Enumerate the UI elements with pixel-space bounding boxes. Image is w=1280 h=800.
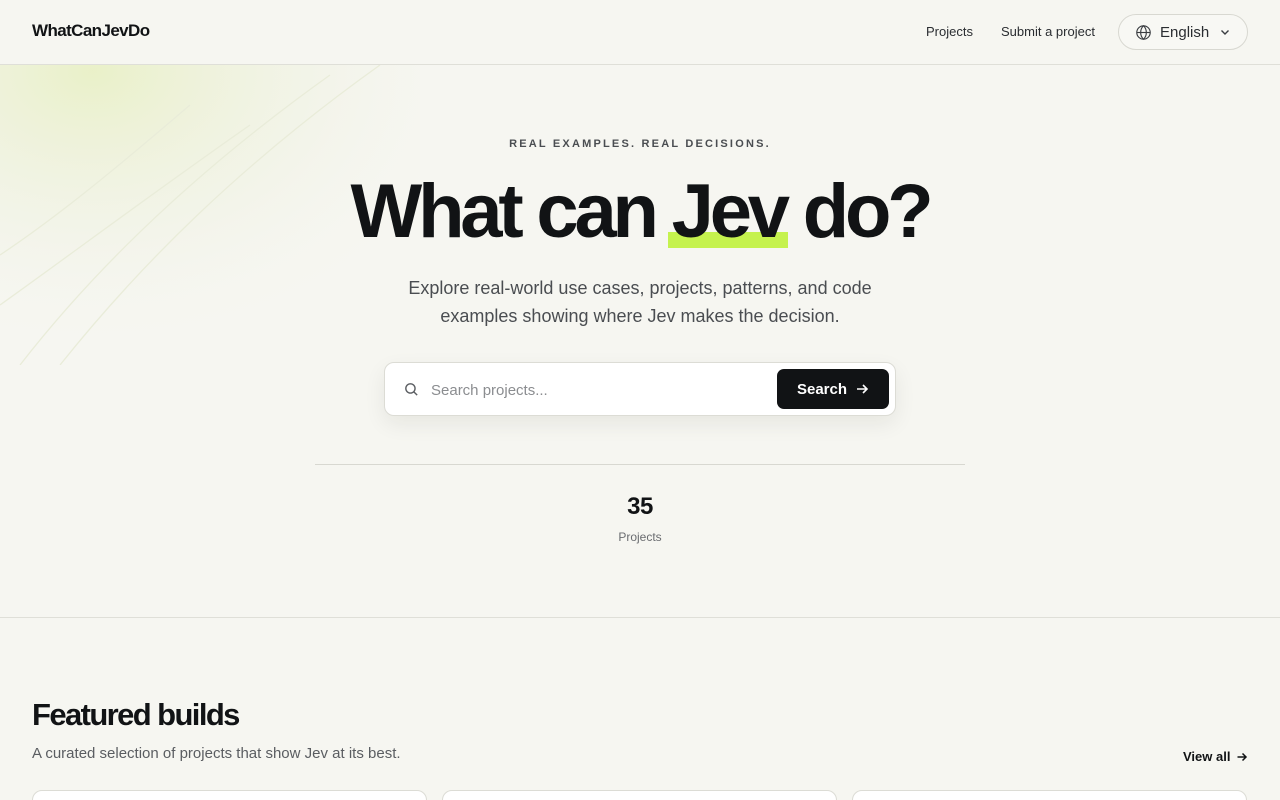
hero-eyebrow: REAL EXAMPLES. REAL DECISIONS. bbox=[509, 138, 771, 150]
hero-headline: What can Jev do? bbox=[0, 168, 1280, 256]
view-all-label: View all bbox=[1183, 749, 1231, 764]
search-input[interactable] bbox=[431, 376, 761, 404]
hero-divider bbox=[315, 464, 965, 465]
search-button-label: Search bbox=[796, 380, 848, 398]
featured-card[interactable] bbox=[442, 790, 837, 800]
featured-section-subtitle: A curated selection of projects that sho… bbox=[32, 745, 401, 762]
view-all-link[interactable]: View all bbox=[1183, 749, 1248, 764]
page: WhatCanJevDo Projects Submit a project E… bbox=[0, 0, 1280, 800]
site-logo[interactable]: WhatCanJevDo bbox=[32, 21, 150, 41]
hero-subtitle: Explore real-world use cases, projects, … bbox=[408, 278, 872, 326]
top-navigation-bar: WhatCanJevDo Projects Submit a project E… bbox=[0, 0, 1280, 65]
headline-text-start: What can bbox=[350, 169, 672, 254]
featured-section-title: Featured builds bbox=[32, 697, 240, 732]
headline-text-end: do? bbox=[785, 169, 934, 254]
arrow-right-icon bbox=[1237, 752, 1248, 761]
featured-card[interactable] bbox=[852, 790, 1247, 800]
chevron-down-icon bbox=[1221, 30, 1230, 35]
language-label: English bbox=[1160, 23, 1210, 41]
featured-card[interactable] bbox=[32, 790, 427, 800]
projects-count: 35 bbox=[627, 493, 653, 520]
hero-section: REAL EXAMPLES. REAL DECISIONS. What can … bbox=[0, 65, 1280, 618]
projects-count-label: Projects bbox=[618, 530, 662, 544]
nav-link-projects[interactable]: Projects bbox=[926, 24, 973, 39]
arrow-right-icon bbox=[857, 384, 869, 394]
search-icon bbox=[405, 383, 418, 396]
search-bar: Search bbox=[384, 362, 896, 416]
nav-link-submit-project[interactable]: Submit a project bbox=[1001, 24, 1095, 39]
language-selector[interactable]: English bbox=[1118, 14, 1248, 50]
headline-highlight: Jev bbox=[667, 169, 790, 254]
search-button[interactable]: Search bbox=[777, 369, 889, 409]
globe-icon bbox=[1136, 24, 1151, 40]
